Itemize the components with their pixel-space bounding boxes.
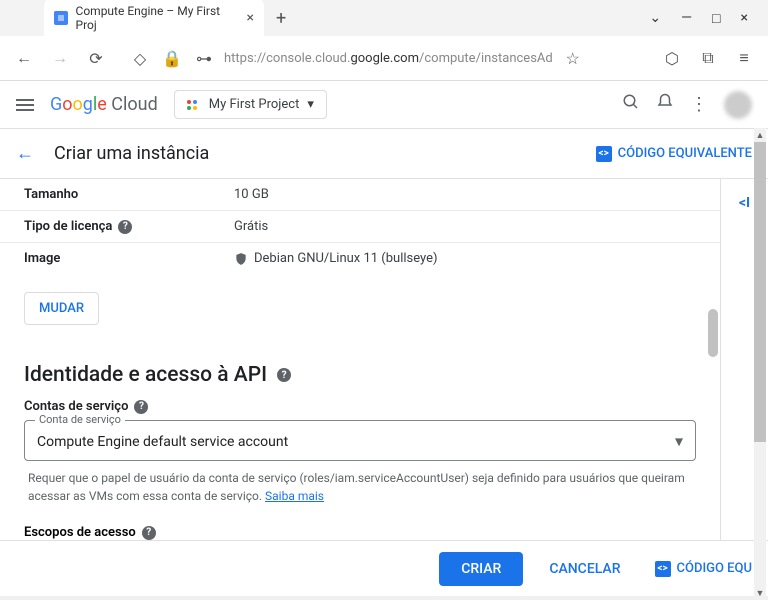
select-float-label: Conta de serviço xyxy=(35,413,125,426)
scroll-up-arrow[interactable]: ▲ xyxy=(754,128,766,142)
new-tab-button[interactable]: + xyxy=(276,8,286,29)
permissions-icon[interactable]: ⊶ xyxy=(192,46,216,70)
pocket-icon[interactable]: ⬡ xyxy=(660,46,684,70)
more-icon[interactable]: ⋮ xyxy=(690,94,708,115)
license-type-value: Grátis xyxy=(234,219,268,234)
page-scrollbar-thumb[interactable] xyxy=(754,142,766,442)
page-title-row: ← Criar uma instância <> CÓDIGO EQUIVALE… xyxy=(0,129,768,179)
image-label: Image xyxy=(24,251,234,266)
project-selector[interactable]: My First Project ▾ xyxy=(174,90,327,119)
learn-more-link[interactable]: Saiba mais xyxy=(265,489,324,503)
access-scopes-label: Escopos de acesso ? xyxy=(0,505,720,544)
shield-icon xyxy=(234,252,248,266)
scroll-down-arrow[interactable]: ▼ xyxy=(754,586,766,600)
shield-icon[interactable]: ◇ xyxy=(128,46,152,70)
license-type-label: Tipo de licença ? xyxy=(24,219,234,234)
forward-button: → xyxy=(48,46,72,70)
help-icon[interactable]: ? xyxy=(118,220,132,234)
code-equivalent-footer-button[interactable]: <> CÓDIGO EQU xyxy=(655,561,752,577)
close-tab-icon[interactable]: × xyxy=(247,10,254,26)
helper-text: Requer que o papel de usuário da conta d… xyxy=(24,461,696,505)
image-value: Debian GNU/Linux 11 (bullseye) xyxy=(234,251,438,266)
back-button[interactable]: ← xyxy=(12,46,36,70)
help-icon[interactable]: ? xyxy=(277,368,291,382)
menu-icon[interactable]: ≡ xyxy=(732,46,756,70)
cancel-button[interactable]: CANCELAR xyxy=(535,552,634,586)
page-back-button[interactable]: ← xyxy=(16,143,34,164)
create-button[interactable]: CRIAR xyxy=(439,552,523,586)
reload-button[interactable]: ⟳ xyxy=(84,46,108,70)
url-text: https://console.cloud.google.com/compute… xyxy=(224,51,553,66)
disk-size-value: 10 GB xyxy=(234,187,269,202)
tab-title: Compute Engine – My First Proj xyxy=(76,4,239,32)
notifications-icon[interactable] xyxy=(656,93,674,116)
window-close-icon[interactable]: × xyxy=(741,10,748,27)
service-accounts-label: Contas de serviço ? xyxy=(24,399,696,414)
page-scrollbar[interactable]: ▲ ▼ xyxy=(754,128,766,600)
search-icon[interactable] xyxy=(622,93,640,116)
select-value: Compute Engine default service account xyxy=(37,434,288,450)
browser-tab[interactable]: Compute Engine – My First Proj × xyxy=(44,0,264,38)
window-maximize-icon[interactable]: □ xyxy=(712,10,720,27)
page-title: Criar uma instância xyxy=(54,143,209,164)
chevron-down-icon: ▾ xyxy=(307,97,314,112)
tab-favicon xyxy=(54,11,68,25)
footer-bar: CRIAR CANCELAR <> CÓDIGO EQU xyxy=(0,540,768,596)
avatar[interactable] xyxy=(724,91,752,119)
collapse-panel-button[interactable]: <I xyxy=(739,195,750,596)
nav-menu-button[interactable] xyxy=(16,99,34,111)
google-cloud-logo[interactable]: Google Cloud xyxy=(50,94,158,115)
service-account-select[interactable]: Conta de serviço Compute Engine default … xyxy=(24,420,696,461)
window-dropdown-icon[interactable]: ⌄ xyxy=(649,10,661,27)
help-icon[interactable]: ? xyxy=(134,400,148,414)
window-minimize-icon[interactable]: — xyxy=(681,10,692,27)
scrollbar-thumb[interactable] xyxy=(708,309,718,357)
identity-section-title: Identidade e acesso à API ? xyxy=(0,343,720,399)
gcp-header: Google Cloud My First Project ▾ ⋮ xyxy=(0,81,768,129)
project-name: My First Project xyxy=(209,97,300,112)
change-button[interactable]: MUDAR xyxy=(24,292,99,325)
chevron-down-icon: ▾ xyxy=(675,431,683,450)
browser-toolbar: ← → ⟳ ◇ 🔒 ⊶ https://console.cloud.google… xyxy=(0,36,768,80)
address-bar[interactable]: ◇ 🔒 ⊶ https://console.cloud.google.com/c… xyxy=(120,42,648,74)
main-content: Tamanho 10 GB Tipo de licença ? Grátis I… xyxy=(0,179,720,596)
code-icon: <> xyxy=(655,561,671,577)
help-icon[interactable]: ? xyxy=(142,526,156,540)
lock-icon[interactable]: 🔒 xyxy=(160,46,184,70)
code-icon: <> xyxy=(596,146,612,162)
disk-size-label: Tamanho xyxy=(24,187,234,202)
browser-tab-bar: Compute Engine – My First Proj × + ⌄ — □… xyxy=(0,0,768,36)
bookmark-icon[interactable]: ☆ xyxy=(561,46,585,70)
extensions-icon[interactable]: ⧉ xyxy=(696,46,720,70)
code-equivalent-button[interactable]: <> CÓDIGO EQUIVALENTE xyxy=(596,146,752,162)
